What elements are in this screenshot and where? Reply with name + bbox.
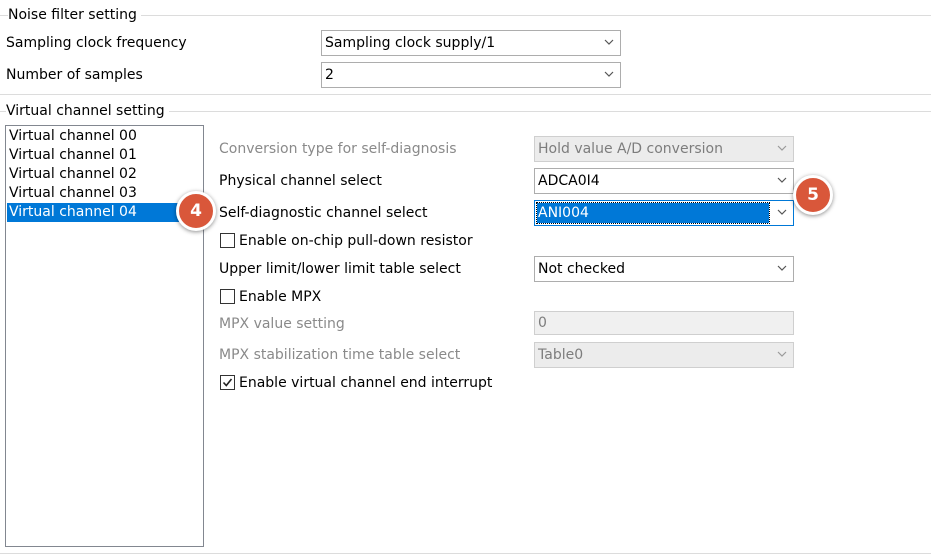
list-item[interactable]: Virtual channel 00 bbox=[7, 127, 202, 146]
sampling-clock-combo[interactable]: Sampling clock supply/1 bbox=[321, 30, 621, 56]
mpx-enable-label[interactable]: Enable MPX bbox=[239, 288, 321, 306]
num-samples-label: Number of samples bbox=[6, 67, 143, 83]
self-diag-channel-value: ANI004 bbox=[536, 202, 770, 224]
list-item[interactable]: Virtual channel 03 bbox=[7, 184, 202, 203]
sampling-clock-value: Sampling clock supply/1 bbox=[325, 35, 496, 51]
physical-channel-value: ADCA0I4 bbox=[538, 173, 600, 189]
noise-filter-group-title: Noise filter setting bbox=[8, 6, 141, 24]
mpx-stab-value: Table0 bbox=[538, 347, 584, 363]
pulldown-label[interactable]: Enable on-chip pull-down resistor bbox=[239, 232, 473, 250]
callout-step-5: 5 bbox=[793, 175, 833, 215]
mpx-value-label: MPX value setting bbox=[219, 316, 345, 332]
pulldown-checkbox[interactable] bbox=[220, 233, 235, 248]
sampling-clock-label: Sampling clock frequency bbox=[6, 35, 187, 51]
chevron-down-icon[interactable] bbox=[771, 137, 793, 161]
chevron-down-icon[interactable] bbox=[771, 201, 793, 225]
self-diag-channel-label: Self-diagnostic channel select bbox=[219, 205, 428, 221]
self-diag-channel-combo[interactable]: ANI004 bbox=[534, 200, 794, 226]
checkmark-icon bbox=[222, 378, 233, 387]
virtual-channel-group-title: Virtual channel setting bbox=[6, 102, 169, 120]
list-item[interactable]: Virtual channel 02 bbox=[7, 165, 202, 184]
list-item[interactable]: Virtual channel 01 bbox=[7, 146, 202, 165]
conversion-type-label: Conversion type for self-diagnosis bbox=[219, 141, 457, 157]
limit-table-combo[interactable]: Not checked bbox=[534, 256, 794, 282]
chevron-down-icon[interactable] bbox=[598, 63, 620, 87]
chevron-down-icon[interactable] bbox=[771, 257, 793, 281]
end-interrupt-label[interactable]: Enable virtual channel end interrupt bbox=[239, 374, 492, 392]
mpx-value-input[interactable]: 0 bbox=[534, 311, 794, 335]
bottom-divider bbox=[0, 553, 931, 554]
callout-step-4: 4 bbox=[176, 191, 216, 231]
chevron-down-icon[interactable] bbox=[771, 169, 793, 193]
mpx-value-text: 0 bbox=[538, 315, 547, 331]
chevron-down-icon[interactable] bbox=[771, 343, 793, 367]
virtual-channel-list[interactable]: Virtual channel 00 Virtual channel 01 Vi… bbox=[5, 125, 204, 547]
num-samples-value: 2 bbox=[325, 67, 334, 83]
end-interrupt-checkbox[interactable] bbox=[220, 375, 235, 390]
limit-table-value: Not checked bbox=[538, 261, 625, 277]
physical-channel-label: Physical channel select bbox=[219, 173, 382, 189]
mpx-stab-label: MPX stabilization time table select bbox=[219, 347, 461, 363]
conversion-type-combo[interactable]: Hold value A/D conversion bbox=[534, 136, 794, 162]
limit-table-label: Upper limit/lower limit table select bbox=[219, 261, 461, 277]
noise-filter-group-bottom-line bbox=[0, 94, 931, 95]
chevron-down-icon[interactable] bbox=[598, 31, 620, 55]
list-item-selected[interactable]: Virtual channel 04 bbox=[7, 203, 202, 222]
num-samples-combo[interactable]: 2 bbox=[321, 62, 621, 88]
mpx-enable-checkbox[interactable] bbox=[220, 289, 235, 304]
physical-channel-combo[interactable]: ADCA0I4 bbox=[534, 168, 794, 194]
conversion-type-value: Hold value A/D conversion bbox=[538, 141, 723, 157]
mpx-stab-combo[interactable]: Table0 bbox=[534, 342, 794, 368]
